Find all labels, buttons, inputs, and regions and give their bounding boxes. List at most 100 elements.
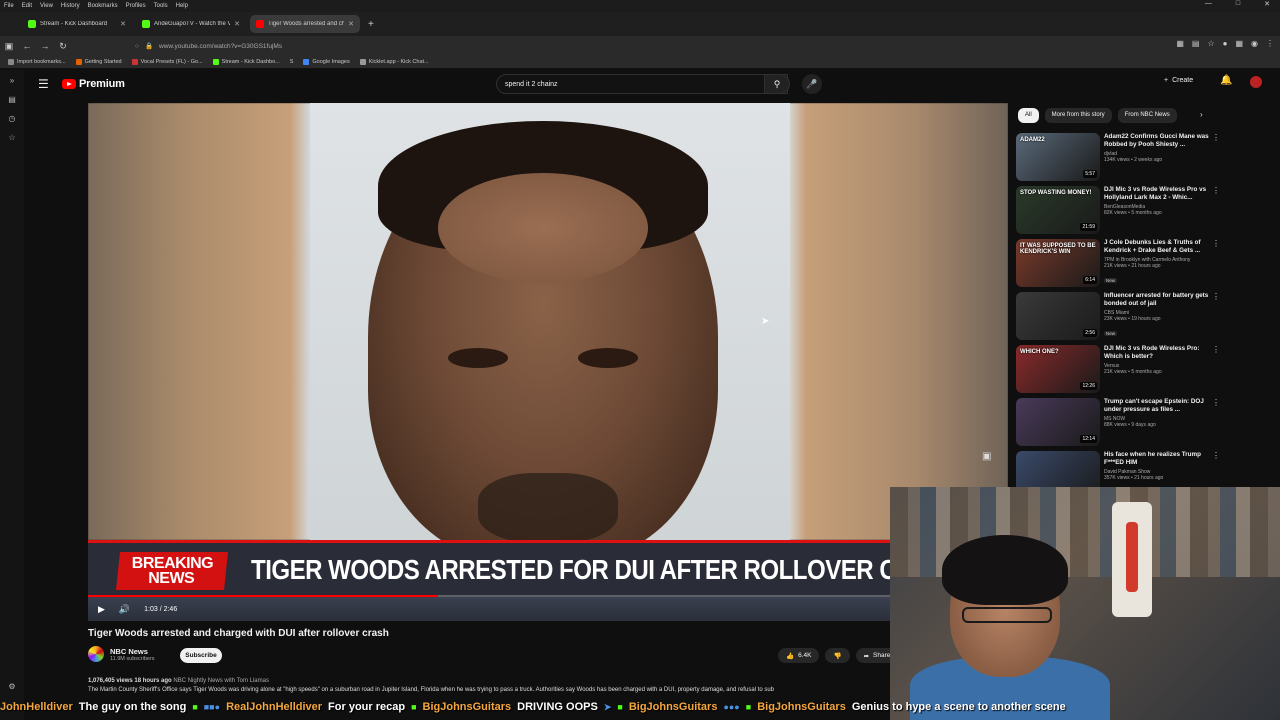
recommendation-item[interactable]: 2:56 Influencer arrested for battery gets… <box>1016 291 1226 343</box>
recommendation-info: Adam22 Confirms Gucci Mane was Robbed by… <box>1104 133 1214 163</box>
url-text[interactable]: www.youtube.com/watch?v=G30GS1fujMs <box>159 43 282 50</box>
minimize-icon[interactable]: — <box>1201 0 1216 8</box>
close-window-icon[interactable]: ✕ <box>1260 0 1274 8</box>
close-tab-icon[interactable]: ✕ <box>234 20 240 28</box>
menu-history[interactable]: History <box>57 3 84 9</box>
recommendation-title[interactable]: DJI Mic 3 vs Rode Wireless Pro: Which is… <box>1104 345 1214 361</box>
youtube-logo[interactable]: Premium <box>62 78 125 90</box>
miniplayer-icon[interactable]: ▣ <box>982 451 991 462</box>
new-tab-icon[interactable]: + <box>364 19 378 30</box>
screenshot-icon[interactable]: ▦ <box>1176 39 1184 48</box>
shield-icon[interactable]: ○ <box>135 43 139 50</box>
history-icon[interactable]: ◷ <box>9 114 16 123</box>
bookmark-item[interactable]: Import bookmarks... <box>8 59 66 65</box>
create-button[interactable]: + Create <box>1164 77 1193 84</box>
bookmark-item[interactable]: Stream - Kick Dashbo... <box>212 59 280 65</box>
sidebar-toggle-icon[interactable]: ▣ <box>0 41 18 52</box>
more-options-icon[interactable]: ⋮ <box>1212 345 1220 354</box>
recommendation-item[interactable]: 12:14 Trump can't escape Epstein: DOJ und… <box>1016 397 1226 449</box>
more-options-icon[interactable]: ⋮ <box>1212 239 1220 248</box>
play-icon[interactable]: ▶ <box>98 604 105 615</box>
video-description[interactable]: 1,076,405 views 18 hours ago NBC Nightly… <box>88 677 888 695</box>
browser-tab-active[interactable]: Tiger Woods arrested and charged ✕ <box>250 15 360 33</box>
recommendation-meta: 23K views • 19 hours ago <box>1104 316 1161 322</box>
video-thumbnail[interactable]: ADAM22 5:57 <box>1016 133 1100 181</box>
puzzle-icon[interactable]: ▦ <box>1235 39 1243 48</box>
video-player[interactable]: ➤ BREAKING NEWS TIGER WOODS ARRESTED FOR… <box>88 103 1008 621</box>
channel-name[interactable]: NBC News <box>110 647 155 656</box>
extension-icon[interactable]: ● <box>1223 39 1228 48</box>
more-options-icon[interactable]: ⋮ <box>1212 451 1220 460</box>
collapse-icon[interactable]: » <box>10 76 14 85</box>
video-thumbnail[interactable]: 2:56 <box>1016 292 1100 340</box>
volume-icon[interactable]: 🔊 <box>119 604 130 615</box>
menu-tools[interactable]: Tools <box>150 3 172 9</box>
address-bar[interactable]: ○ 🔒 www.youtube.com/watch?v=G30GS1fujMs <box>135 39 1095 53</box>
forward-icon[interactable]: → <box>36 41 54 51</box>
bookmark-item[interactable]: Getting Started <box>75 59 122 65</box>
recommendation-title[interactable]: His face when he realizes Trump F***ED H… <box>1104 451 1214 467</box>
profile-icon[interactable]: ◉ <box>1251 39 1258 48</box>
close-tab-icon[interactable]: ✕ <box>120 20 126 28</box>
kick-icon: ■ <box>617 702 623 712</box>
menu-help[interactable]: Help <box>172 3 192 9</box>
recommendation-title[interactable]: DJI Mic 3 vs Rode Wireless Pro vs Hollyl… <box>1104 186 1214 202</box>
video-thumbnail[interactable]: STOP WASTING MONEY! 21:59 <box>1016 186 1100 234</box>
more-options-icon[interactable]: ⋮ <box>1212 186 1220 195</box>
recommendation-title[interactable]: Adam22 Confirms Gucci Mane was Robbed by… <box>1104 133 1214 149</box>
settings-icon[interactable]: ⚙ <box>8 682 15 691</box>
back-icon[interactable]: ← <box>18 41 36 51</box>
reading-list-icon[interactable]: ▤ <box>8 95 16 104</box>
reload-icon[interactable]: ↻ <box>54 41 72 52</box>
more-options-icon[interactable]: ⋮ <box>1212 133 1220 142</box>
video-thumbnail[interactable]: WHICH ONE? 12:26 <box>1016 345 1100 393</box>
recommendation-title[interactable]: J Cole Debunks Lies & Truths of Kendrick… <box>1104 239 1214 255</box>
bookmark-item[interactable]: S <box>290 59 294 65</box>
subscribe-button[interactable]: Subscribe <box>180 648 222 663</box>
search-value[interactable]: spend it 2 chainz <box>505 81 558 88</box>
recommendation-item[interactable]: IT WAS SUPPOSED TO BE KENDRICK'S WIN 6:14… <box>1016 238 1226 290</box>
video-thumbnail[interactable]: 12:14 <box>1016 398 1100 446</box>
bookmark-star-icon[interactable]: ☆ <box>1207 39 1214 48</box>
like-button[interactable]: 👍 6.4K <box>778 648 820 663</box>
maximize-icon[interactable]: □ <box>1232 0 1244 8</box>
browser-tab[interactable]: AndeGuapoTV - Watch the VOD ✕ <box>136 15 246 33</box>
dislike-button[interactable]: 👎 <box>825 648 850 663</box>
menu-file[interactable]: File <box>0 3 18 9</box>
menu-view[interactable]: View <box>36 3 57 9</box>
bookmark-item[interactable]: Vocal Presets (FL) - Go... <box>131 59 203 65</box>
chip-from-nbc-news[interactable]: From NBC News <box>1117 108 1177 123</box>
reader-icon[interactable]: ▤ <box>1192 39 1200 48</box>
hamburger-menu-icon[interactable]: ☰ <box>38 77 49 91</box>
menu-bookmarks[interactable]: Bookmarks <box>84 3 122 9</box>
more-options-icon[interactable]: ⋮ <box>1212 292 1220 301</box>
bookmark-item[interactable]: Kicklet.app - Kick Chat... <box>359 59 429 65</box>
chip-more-from-story[interactable]: More from this story <box>1044 108 1112 123</box>
recommendation-title[interactable]: Influencer arrested for battery gets bon… <box>1104 292 1214 308</box>
video-thumbnail[interactable]: IT WAS SUPPOSED TO BE KENDRICK'S WIN 6:14 <box>1016 239 1100 287</box>
account-avatar[interactable] <box>1250 76 1262 88</box>
chip-all[interactable]: All <box>1018 108 1039 123</box>
menu-icon[interactable]: ⋮ <box>1266 39 1274 48</box>
bookmark-item[interactable]: Google Images <box>303 59 350 65</box>
browser-tab[interactable]: Stream - Kick Dashboard ✕ <box>22 15 132 33</box>
nbc-peacock-icon[interactable] <box>88 646 104 662</box>
notifications-bell-icon[interactable]: 🔔 <box>1220 75 1232 86</box>
menu-profiles[interactable]: Profiles <box>122 3 150 9</box>
toolbar-extensions: ▦ ▤ ☆ ● ▦ ◉ ⋮ <box>1176 39 1274 48</box>
lock-icon[interactable]: 🔒 <box>145 42 153 50</box>
recommendation-item[interactable]: WHICH ONE? 12:26 DJI Mic 3 vs Rode Wireles… <box>1016 344 1226 396</box>
search-button[interactable]: ⚲ <box>764 74 790 94</box>
plus-icon: + <box>1164 77 1169 84</box>
voice-search-button[interactable]: 🎤 <box>802 74 822 94</box>
chevron-right-icon[interactable]: › <box>1200 110 1203 119</box>
recommendation-title[interactable]: Trump can't escape Epstein: DOJ under pr… <box>1104 398 1214 414</box>
more-options-icon[interactable]: ⋮ <box>1212 398 1220 407</box>
close-tab-icon[interactable]: ✕ <box>348 20 354 28</box>
search-input[interactable]: spend it 2 chainz ✕ <box>496 74 788 94</box>
recommendation-item[interactable]: ADAM22 5:57 Adam22 Confirms Gucci Mane was… <box>1016 132 1226 184</box>
thumbnail-text: WHICH ONE? <box>1020 349 1059 355</box>
recommendation-item[interactable]: STOP WASTING MONEY! 21:59 DJI Mic 3 vs Rod… <box>1016 185 1226 237</box>
favorites-icon[interactable]: ☆ <box>8 133 15 142</box>
menu-edit[interactable]: Edit <box>18 3 36 9</box>
